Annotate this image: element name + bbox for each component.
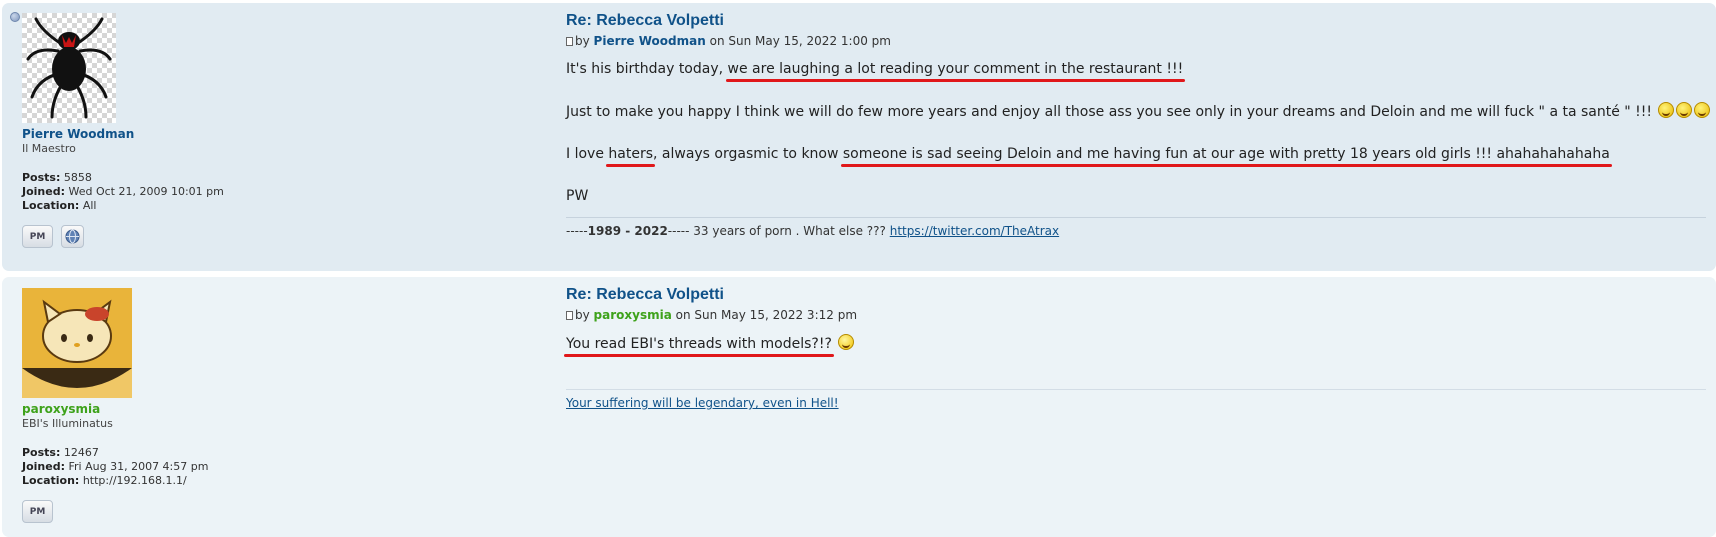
paragraph-1: It's his birthday today, we are laughing… — [566, 60, 1706, 82]
signature-link[interactable]: Your suffering will be legendary, even i… — [566, 396, 839, 410]
joined-date: Wed Oct 21, 2009 10:01 pm — [68, 185, 224, 198]
post-author-link[interactable]: Pierre Woodman — [594, 34, 706, 48]
author-name[interactable]: Pierre Woodman — [22, 127, 422, 141]
location-value: http://192.168.1.1/ — [82, 474, 187, 487]
joined-date: Fri Aug 31, 2007 4:57 pm — [68, 460, 209, 473]
post-link-icon[interactable] — [566, 37, 573, 46]
by-label: by — [575, 34, 590, 48]
text: It's his birthday today, — [566, 61, 728, 77]
post-author-line: by Pierre Woodman on Sun May 15, 2022 1:… — [566, 34, 1706, 48]
post-title[interactable]: Re: Rebecca Volpetti — [566, 285, 1706, 305]
contact-icons: PM — [22, 225, 422, 248]
pm-icon[interactable]: PM — [22, 225, 53, 248]
spider-avatar[interactable] — [22, 13, 116, 123]
text: Just to make you happy I think we will d… — [566, 104, 1653, 120]
laughing-emoji-icon — [1694, 102, 1711, 118]
underlined-text: we are laughing a lot reading your comme… — [725, 61, 1185, 82]
signature: -----1989 - 2022----- 33 years of porn .… — [566, 217, 1706, 238]
underlined-text: someone is sad seeing Deloin and me havi… — [840, 146, 1612, 167]
sig-years: 1989 - 2022 — [587, 224, 668, 238]
post-date: on Sun May 15, 2022 3:12 pm — [675, 308, 858, 322]
posts-count[interactable]: 5858 — [64, 171, 92, 184]
laughing-emoji-icon — [1676, 102, 1693, 118]
author-rank: Il Maestro — [22, 142, 76, 155]
post-body: Re: Rebecca Volpetti by Pierre Woodman o… — [566, 11, 1711, 238]
underlined-text: You read EBI's threads with models?!? — [564, 336, 834, 357]
posts-count[interactable]: 12467 — [64, 446, 99, 459]
post-body: Re: Rebecca Volpetti by paroxysmia on Su… — [564, 285, 1706, 410]
paragraph-4: PW — [566, 188, 589, 204]
hello-kitty-avatar[interactable] — [22, 288, 132, 398]
author-name[interactable]: paroxysmia — [22, 402, 422, 416]
post-title[interactable]: Re: Rebecca Volpetti — [566, 11, 1706, 31]
sig-text: ----- 33 years of porn . What else ??? — [667, 224, 890, 238]
post-content: It's his birthday today, we are laughing… — [566, 60, 1711, 205]
post-author-line: by paroxysmia on Sun May 15, 2022 3:12 p… — [566, 308, 1706, 322]
online-status-icon — [10, 12, 20, 22]
paragraph-2: Just to make you happy I think we will d… — [566, 102, 1711, 121]
post-link-icon[interactable] — [566, 311, 573, 320]
by-label: by — [575, 308, 590, 322]
post-date: on Sun May 15, 2022 1:00 pm — [709, 34, 891, 48]
post-author-link[interactable]: paroxysmia — [594, 308, 672, 322]
underlined-text: haters — [606, 146, 655, 167]
posts-label: Posts: — [22, 446, 61, 459]
signature: Your suffering will be legendary, even i… — [566, 389, 1706, 410]
post-2: paroxysmia EBI's Illuminatus Posts: 1246… — [2, 277, 1716, 537]
text: I love — [566, 146, 609, 162]
post-content: You read EBI's threads with models?!? — [564, 334, 1706, 357]
posts-label: Posts: — [22, 171, 61, 184]
joined-label: Joined: — [22, 185, 65, 198]
text: , always orgasmic to know — [653, 146, 843, 162]
location-label: Location: — [22, 199, 80, 212]
eyes-rolling-emoji-icon — [838, 334, 855, 350]
signature-link[interactable]: https://twitter.com/TheAtrax — [890, 224, 1059, 238]
location-value: All — [82, 199, 97, 212]
paragraph-3: I love haters, always orgasmic to know s… — [566, 145, 1706, 167]
author-rank: EBI's Illuminatus — [22, 417, 113, 430]
website-globe-icon[interactable] — [61, 225, 84, 248]
paragraph-1: You read EBI's threads with models?!? — [564, 334, 1706, 357]
contact-icons: PM — [22, 500, 422, 523]
pm-icon[interactable]: PM — [22, 500, 53, 523]
post-profile: Pierre Woodman Il Maestro Posts: 5858 Jo… — [22, 13, 422, 248]
sig-text: ----- — [566, 224, 588, 238]
post-profile: paroxysmia EBI's Illuminatus Posts: 1246… — [22, 288, 422, 523]
location-label: Location: — [22, 474, 80, 487]
author-stats: Posts: 12467 Joined: Fri Aug 31, 2007 4:… — [22, 446, 422, 488]
post-1: Pierre Woodman Il Maestro Posts: 5858 Jo… — [2, 3, 1716, 271]
author-stats: Posts: 5858 Joined: Wed Oct 21, 2009 10:… — [22, 171, 422, 213]
laughing-emoji-icon — [1658, 102, 1675, 118]
joined-label: Joined: — [22, 460, 65, 473]
